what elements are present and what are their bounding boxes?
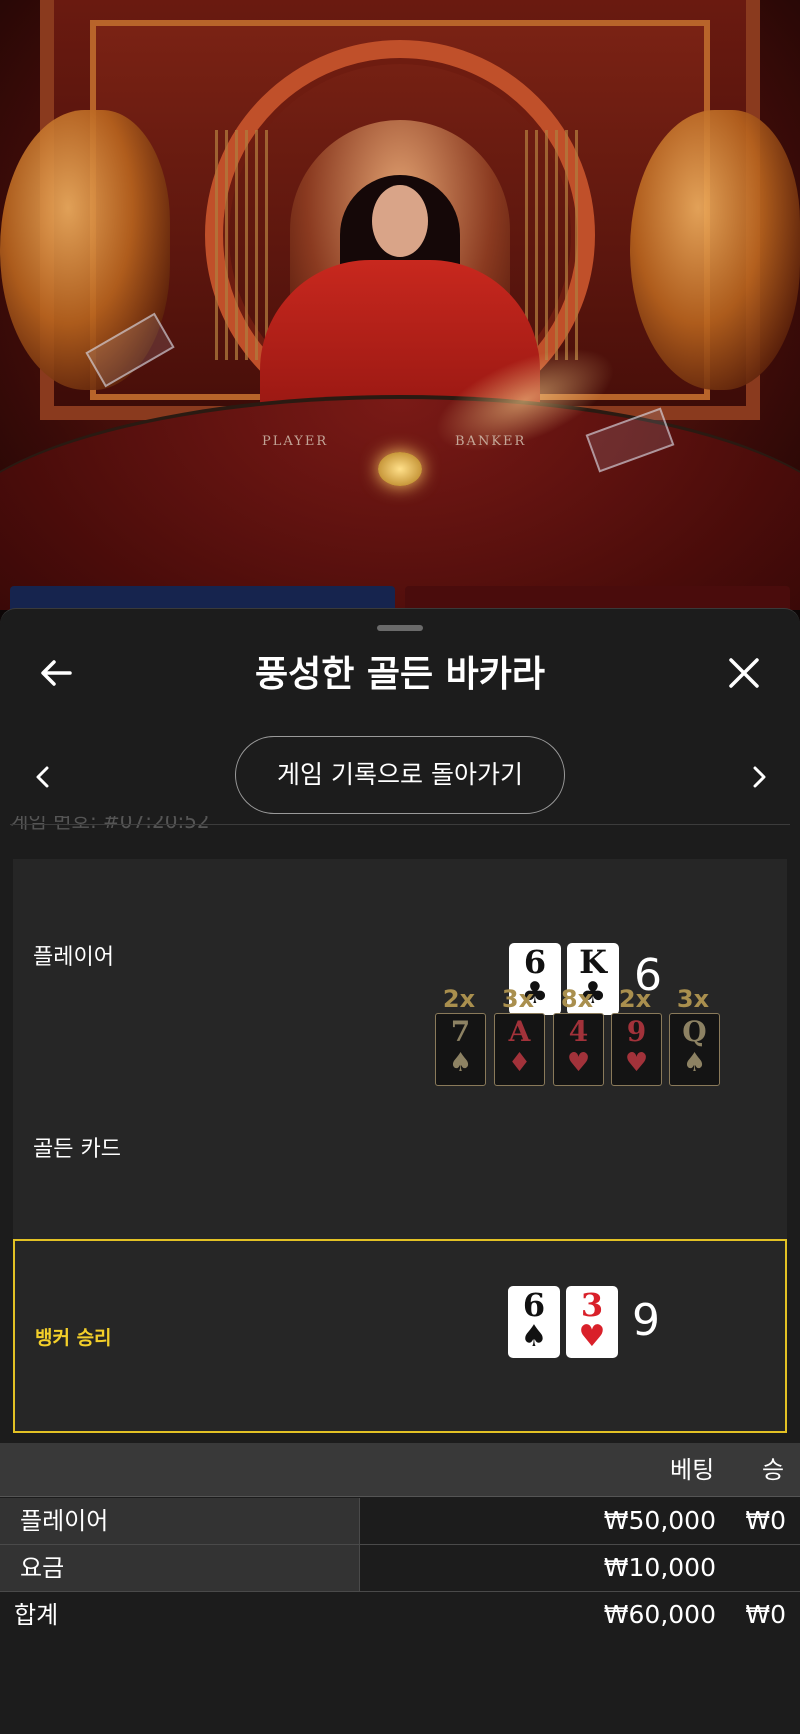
sheet-drag-handle[interactable] [377, 625, 423, 631]
bets-table-header: 베팅 승 [0, 1443, 800, 1497]
back-to-history-button[interactable]: 게임 기록으로 돌아가기 [235, 736, 565, 814]
banker-total: 9 [632, 1295, 660, 1346]
golden-cards-label: 골든 카드 [33, 1137, 121, 1162]
bet-area-banker-strip [405, 586, 790, 610]
total-win-amount: ₩0 [745, 1600, 786, 1629]
golden-card: 9 ♥ [611, 1013, 662, 1086]
golden-card-multiplier: 2x [618, 985, 652, 1013]
round-detail-sheet: 풍성한 골든 바카라 게임 기록으로 돌아가기 게임 번호: #07:20:52… [0, 608, 800, 1734]
golden-card: Q ♠ [669, 1013, 720, 1086]
bet-amount: ₩50,000 [603, 1506, 716, 1535]
section-divider [10, 824, 790, 825]
player-label: 플레이어 [33, 945, 114, 970]
total-bet-amount: ₩60,000 [603, 1600, 716, 1629]
table-label-banker: BANKER [455, 434, 527, 449]
chevron-right-icon[interactable] [744, 757, 774, 797]
page-title: 풍성한 골든 바카라 [254, 654, 546, 695]
live-game-video: PLAYER BANKER [0, 0, 800, 610]
column-header-bet: 베팅 [670, 1456, 715, 1484]
gold-coin-emblem [378, 452, 422, 486]
arrow-left-icon[interactable] [36, 653, 76, 693]
total-label: 합계 [14, 1601, 59, 1629]
bet-amount: ₩10,000 [603, 1553, 716, 1582]
baccarat-table [0, 395, 800, 610]
banker-card-1: 6 ♠ [508, 1286, 560, 1358]
golden-card: A ♦ [494, 1013, 545, 1086]
golden-card: 7 ♠ [435, 1013, 486, 1086]
table-label-player: PLAYER [262, 434, 329, 449]
golden-screen-right [525, 130, 585, 360]
table-row: 플레이어 ₩50,000 ₩0 [0, 1498, 800, 1545]
bet-type-label: 요금 [0, 1545, 360, 1591]
banker-winner-row: 뱅커 승리 [13, 1239, 787, 1433]
golden-card-multiplier: 3x [676, 985, 710, 1013]
golden-card-multiplier: 8x [560, 985, 594, 1013]
golden-card-multiplier: 2x [442, 985, 476, 1013]
column-header-win: 승 [762, 1456, 785, 1484]
golden-screen-left [215, 130, 275, 360]
win-amount: ₩0 [745, 1506, 786, 1535]
round-number-text: 게임 번호: #07:20:52 [10, 816, 210, 833]
golden-card-multiplier: 3x [501, 985, 535, 1013]
table-total-row: 합계 ₩60,000 ₩0 [0, 1592, 800, 1639]
close-icon[interactable] [724, 653, 764, 693]
bet-area-player-strip [10, 586, 395, 610]
dealer-face [372, 185, 428, 257]
bet-type-label: 플레이어 [0, 1498, 360, 1544]
banker-win-label: 뱅커 승리 [35, 1327, 112, 1349]
table-row: 요금 ₩10,000 [0, 1545, 800, 1592]
dragon-statue-right [630, 110, 800, 390]
banker-card-2: 3 ♥ [566, 1286, 618, 1358]
golden-card: 4 ♥ [553, 1013, 604, 1086]
chevron-left-icon[interactable] [28, 757, 58, 797]
